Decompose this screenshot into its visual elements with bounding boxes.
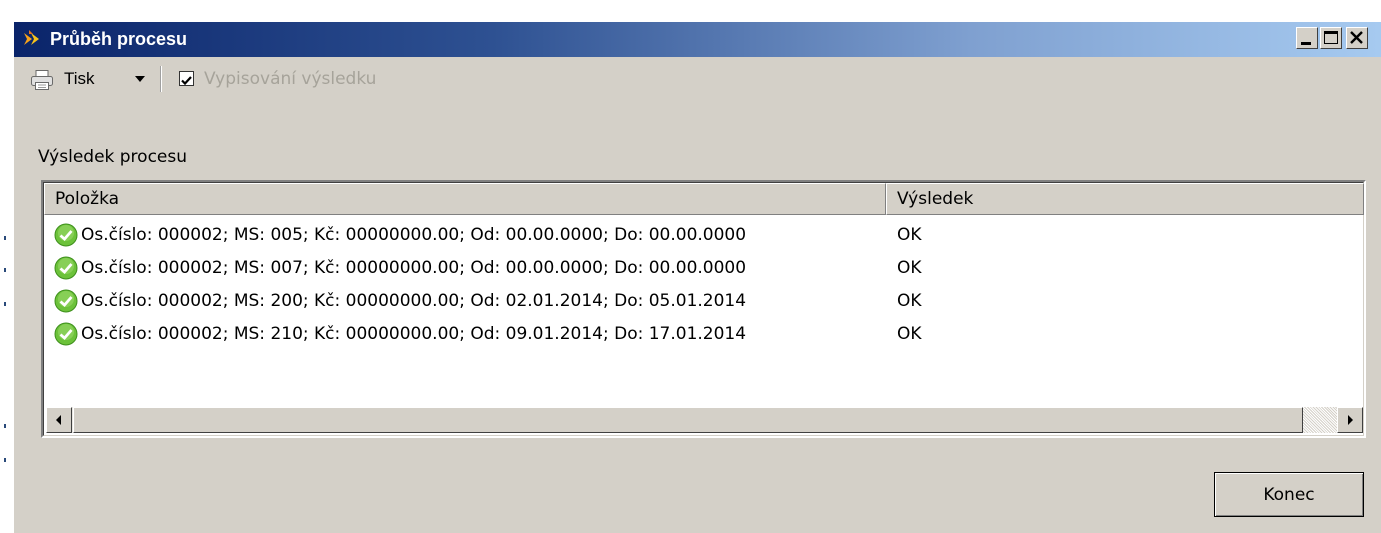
- row-item: Os.číslo: 000002; MS: 210; Kč: 00000000.…: [81, 324, 747, 344]
- close-icon: [1350, 31, 1363, 44]
- process-progress-window: Průběh procesu Tisk Vypisování výsledku …: [14, 22, 1381, 533]
- app-arrows-icon: [24, 30, 39, 45]
- row-item: Os.číslo: 000002; MS: 005; Kč: 00000000.…: [81, 225, 747, 245]
- success-check-icon: [54, 322, 78, 346]
- row-result: OK: [897, 324, 922, 344]
- title-bar[interactable]: Průběh procesu: [14, 22, 1381, 57]
- close-button[interactable]: Konec: [1214, 472, 1364, 517]
- column-header-item[interactable]: Položka: [44, 183, 886, 215]
- scroll-right-button[interactable]: [1337, 407, 1363, 433]
- window-title: Průběh procesu: [50, 29, 188, 49]
- horizontal-scrollbar[interactable]: [46, 407, 1363, 433]
- table-row[interactable]: Os.číslo: 000002; MS: 210; Kč: 00000000.…: [44, 318, 1364, 351]
- column-header-result[interactable]: Výsledek: [886, 183, 1364, 215]
- row-item: Os.číslo: 000002; MS: 200; Kč: 00000000.…: [81, 291, 747, 311]
- printer-icon[interactable]: [30, 69, 54, 91]
- success-check-icon: [54, 256, 78, 280]
- column-header-item-label: Položka: [55, 189, 120, 209]
- column-header-result-label: Výsledek: [897, 189, 974, 209]
- table-row[interactable]: Os.číslo: 000002; MS: 200; Kč: 00000000.…: [44, 285, 1364, 318]
- edge-mark: [4, 268, 6, 272]
- toolbar-separator: [160, 66, 162, 92]
- checkmark-icon: [181, 76, 192, 86]
- table-row[interactable]: Os.číslo: 000002; MS: 007; Kč: 00000000.…: [44, 252, 1364, 285]
- show-results-label: Vypisování výsledku: [204, 69, 377, 89]
- maximize-icon: [1324, 31, 1338, 44]
- toolbar: Tisk Vypisování výsledku: [14, 60, 614, 96]
- row-item: Os.číslo: 000002; MS: 007; Kč: 00000000.…: [81, 258, 747, 278]
- close-window-button[interactable]: [1346, 27, 1368, 49]
- row-result: OK: [897, 291, 922, 311]
- process-result-label: Výsledek procesu: [38, 147, 188, 167]
- edge-mark: [4, 424, 6, 428]
- edge-mark: [4, 458, 6, 462]
- arrow-left-icon: [56, 415, 61, 425]
- success-check-icon: [54, 223, 78, 247]
- scroll-thumb[interactable]: [73, 407, 1303, 433]
- edge-mark: [4, 302, 6, 306]
- row-result: OK: [897, 225, 922, 245]
- minimize-icon: [1301, 42, 1311, 45]
- table-row[interactable]: Os.číslo: 000002; MS: 005; Kč: 00000000.…: [44, 219, 1364, 252]
- edge-mark: [4, 236, 6, 240]
- arrow-right-icon: [1348, 415, 1353, 425]
- row-result: OK: [897, 258, 922, 278]
- results-list[interactable]: Položka Výsledek Os.číslo: 000002; MS: 0…: [41, 180, 1366, 438]
- minimize-button[interactable]: [1296, 27, 1318, 49]
- print-dropdown-arrow[interactable]: [135, 76, 145, 82]
- print-button-label[interactable]: Tisk: [64, 69, 95, 89]
- success-check-icon: [54, 289, 78, 313]
- scroll-left-button[interactable]: [46, 407, 72, 433]
- show-results-checkbox[interactable]: [179, 71, 194, 86]
- maximize-button[interactable]: [1320, 27, 1342, 49]
- scroll-track[interactable]: [1303, 407, 1337, 433]
